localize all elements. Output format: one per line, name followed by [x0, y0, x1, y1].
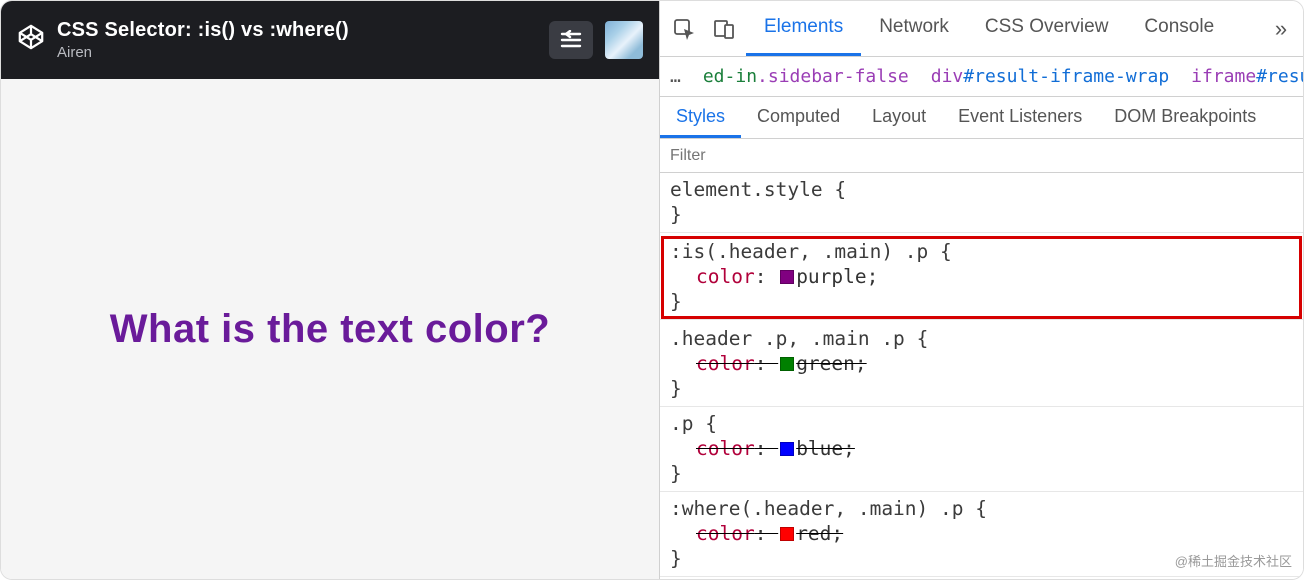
pen-title: CSS Selector: :is() vs :where() — [57, 19, 537, 42]
styles-filter-row — [660, 139, 1303, 173]
codepen-header: CSS Selector: :is() vs :where() Airen — [1, 1, 659, 79]
breadcrumb-item[interactable]: div#result-iframe-wrap — [931, 66, 1169, 87]
breadcrumb-ellipsis[interactable]: … — [670, 66, 681, 87]
tab-elements[interactable]: Elements — [746, 1, 861, 56]
rule-selector[interactable]: element.style — [670, 178, 823, 201]
tab-console[interactable]: Console — [1126, 1, 1232, 56]
css-declaration[interactable]: color: green; — [670, 351, 1293, 376]
rule-selector[interactable]: .p — [670, 412, 693, 435]
css-rule[interactable]: :is(.header, .main) .p {color: purple;} — [660, 235, 1303, 320]
subtab-styles[interactable]: Styles — [660, 97, 741, 138]
styles-sub-tabs: Styles Computed Layout Event Listeners D… — [660, 97, 1303, 139]
css-declaration[interactable]: color: purple; — [670, 264, 1293, 289]
color-swatch-icon[interactable] — [780, 357, 794, 371]
rule-selector[interactable]: :is(.header, .main) .p — [670, 240, 928, 263]
menu-button[interactable] — [549, 21, 593, 59]
subtab-computed[interactable]: Computed — [741, 97, 856, 138]
css-rule[interactable]: :where(.header, .main) .p {color: red;} — [660, 492, 1303, 577]
css-declaration[interactable]: color: red; — [670, 521, 1293, 546]
breadcrumb-item[interactable]: iframe#result.result-iframe — [1191, 66, 1303, 87]
breadcrumb-item[interactable]: ed-in.sidebar-false — [703, 66, 909, 87]
rule-selector[interactable]: :where(.header, .main) .p — [670, 497, 964, 520]
inspect-icon[interactable] — [666, 11, 702, 47]
css-rule[interactable]: element.style {} — [660, 173, 1303, 233]
subtab-event-listeners[interactable]: Event Listeners — [942, 97, 1098, 138]
preview-area: What is the text color? — [1, 79, 659, 579]
devtools-panel: Elements Network CSS Overview Console » … — [659, 1, 1303, 579]
tabs-overflow-icon[interactable]: » — [1265, 16, 1297, 42]
rule-selector[interactable]: .header .p, .main .p — [670, 327, 905, 350]
css-declaration[interactable]: color: blue; — [670, 436, 1293, 461]
color-swatch-icon[interactable] — [780, 527, 794, 541]
color-swatch-icon[interactable] — [780, 442, 794, 456]
pen-title-wrap: CSS Selector: :is() vs :where() Airen — [57, 19, 537, 61]
tab-network[interactable]: Network — [861, 1, 967, 56]
device-toggle-icon[interactable] — [706, 11, 742, 47]
color-swatch-icon[interactable] — [780, 270, 794, 284]
tab-css-overview[interactable]: CSS Overview — [967, 1, 1127, 56]
subtab-dom-breakpoints[interactable]: DOM Breakpoints — [1098, 97, 1272, 138]
devtools-top-bar: Elements Network CSS Overview Console » — [660, 1, 1303, 57]
preview-text: What is the text color? — [110, 307, 550, 352]
subtab-layout[interactable]: Layout — [856, 97, 942, 138]
dom-breadcrumb[interactable]: … ed-in.sidebar-false div#result-iframe-… — [660, 57, 1303, 97]
styles-list: element.style {}:is(.header, .main) .p {… — [660, 173, 1303, 579]
devtools-main-tabs: Elements Network CSS Overview Console — [746, 1, 1261, 56]
css-rule[interactable]: .p {color: blue;} — [660, 407, 1303, 492]
pen-author[interactable]: Airen — [57, 44, 537, 61]
codepen-logo-icon — [17, 23, 45, 51]
css-rule[interactable]: .header .p, .main .p {color: green;} — [660, 322, 1303, 407]
codepen-panel: CSS Selector: :is() vs :where() Airen Wh… — [1, 1, 659, 579]
avatar[interactable] — [605, 21, 643, 59]
styles-filter-input[interactable] — [670, 147, 1293, 165]
